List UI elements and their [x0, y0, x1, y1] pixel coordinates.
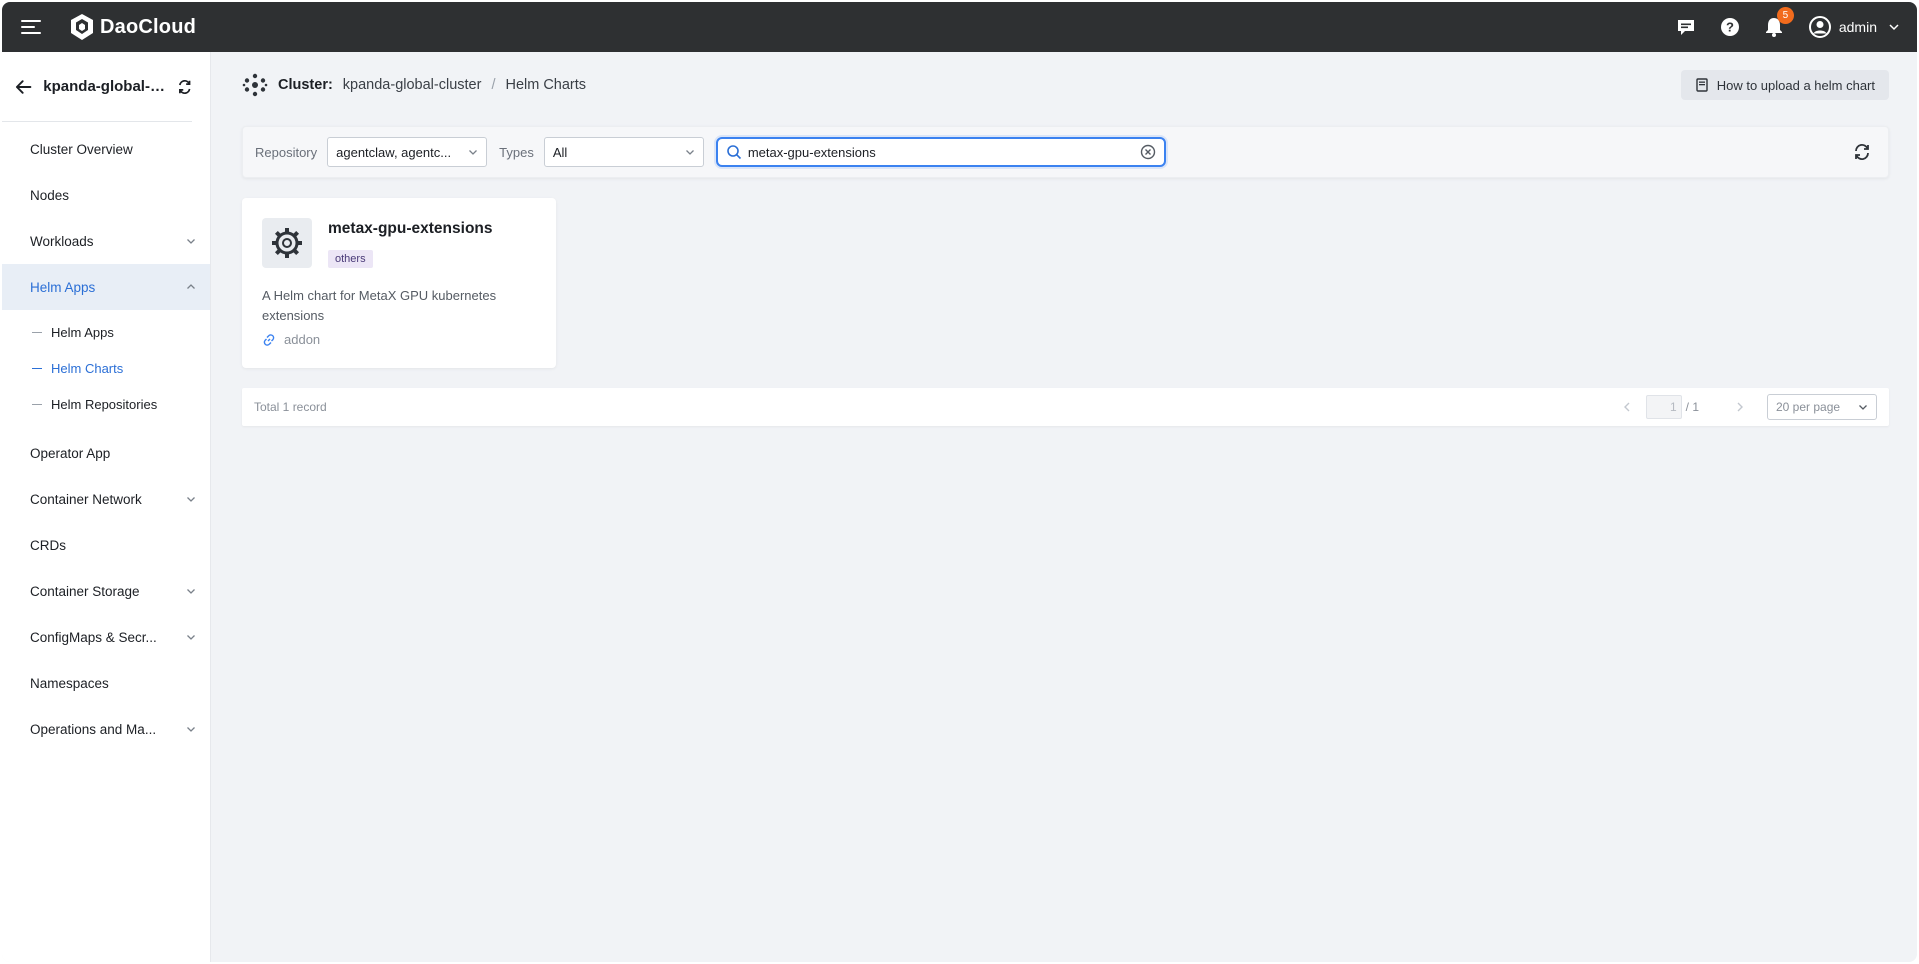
- sidebar-subitem-helm-repositories[interactable]: Helm Repositories: [2, 386, 210, 422]
- breadcrumb: Cluster: kpanda-global-cluster / Helm Ch…: [212, 52, 1917, 118]
- back-arrow-icon[interactable]: [14, 77, 33, 97]
- chevron-down-icon: [187, 239, 195, 244]
- helm-apps-submenu: Helm Apps Helm Charts Helm Repositories: [2, 310, 210, 430]
- page-size-select[interactable]: 20 per page: [1767, 394, 1877, 420]
- user-name: admin: [1838, 19, 1877, 35]
- sidebar-item-label: Container Network: [30, 491, 142, 507]
- sidebar-item-workloads[interactable]: Workloads: [2, 218, 210, 264]
- next-page-icon[interactable]: [1733, 400, 1747, 414]
- chevron-down-icon: [685, 150, 694, 155]
- user-menu[interactable]: admin: [1808, 16, 1899, 38]
- sidebar-item-cluster-overview[interactable]: Cluster Overview: [2, 126, 210, 172]
- chevron-down-icon: [187, 497, 195, 502]
- chart-description: A Helm chart for MetaX GPU kubernetes ex…: [262, 288, 497, 323]
- upload-help-label: How to upload a helm chart: [1716, 77, 1875, 93]
- sidebar-item-operations-maintenance[interactable]: Operations and Ma...: [2, 706, 210, 752]
- breadcrumb-current-page: Helm Charts: [505, 77, 587, 93]
- sidebar-nav: Cluster Overview Nodes Workloads Helm Ap…: [2, 122, 210, 752]
- types-select[interactable]: All: [543, 137, 704, 167]
- breadcrumb-separator: /: [491, 77, 496, 93]
- filter-bar: Repository agentclaw, agentc... Types Al…: [242, 126, 1889, 178]
- sidebar-item-label: Operator App: [30, 445, 111, 461]
- repository-value: agentclaw, agentc...: [336, 144, 452, 160]
- sidebar-item-crds[interactable]: CRDs: [2, 522, 210, 568]
- sidebar-item-operator-app[interactable]: Operator App: [2, 430, 210, 476]
- clear-search-icon[interactable]: [1140, 144, 1156, 160]
- svg-text:?: ?: [1726, 20, 1734, 35]
- chart-title[interactable]: metax-gpu-extensions: [328, 220, 493, 238]
- chart-repository-link[interactable]: addon: [262, 332, 536, 347]
- repository-label: Repository: [255, 144, 318, 160]
- refresh-icon[interactable]: [1852, 142, 1872, 162]
- top-right-actions: ? 5 admin: [1653, 7, 1899, 38]
- brand-name: DaoCloud: [100, 15, 197, 38]
- sidebar-item-label: Operations and Ma...: [30, 721, 157, 737]
- total-records: Total 1 record: [254, 400, 327, 414]
- sidebar-subitem-label: Helm Repositories: [51, 396, 158, 412]
- app-frame: DaoCloud ? 5 admin kpanda-global-cl... C…: [2, 2, 1917, 962]
- menu-toggle-icon[interactable]: [21, 19, 43, 35]
- cluster-name: kpanda-global-cl...: [43, 78, 171, 95]
- daocloud-logo-icon: [71, 14, 93, 40]
- cluster-icon: [242, 73, 268, 97]
- breadcrumb-cluster-link[interactable]: kpanda-global-cluster: [343, 77, 482, 93]
- helm-chart-card[interactable]: metax-gpu-extensions others A Helm chart…: [242, 198, 556, 368]
- chevron-down-icon: [187, 589, 195, 594]
- sidebar-item-container-network[interactable]: Container Network: [2, 476, 210, 522]
- switch-cluster-icon[interactable]: [177, 79, 192, 95]
- breadcrumb-cluster-label: Cluster:: [278, 77, 333, 93]
- sidebar-item-configmaps-secrets[interactable]: ConfigMaps & Secr...: [2, 614, 210, 660]
- sidebar-item-label: CRDs: [30, 537, 66, 553]
- help-icon[interactable]: ?: [1719, 16, 1741, 38]
- search-input[interactable]: [747, 144, 1140, 160]
- book-icon: [1696, 78, 1708, 92]
- sidebar: kpanda-global-cl... Cluster Overview Nod…: [2, 52, 211, 962]
- sidebar-subitem-label: Helm Charts: [51, 360, 124, 376]
- search-icon: [727, 145, 741, 160]
- chevron-down-icon: [1889, 24, 1899, 31]
- sidebar-item-label: Helm Apps: [30, 279, 96, 295]
- chevron-up-icon: [187, 284, 195, 289]
- notification-badge: 5: [1776, 7, 1794, 24]
- sidebar-subitem-label: Helm Apps: [51, 324, 114, 340]
- current-page: 1: [1669, 400, 1677, 414]
- sidebar-item-label: Namespaces: [30, 675, 109, 691]
- types-label: Types: [499, 144, 534, 160]
- sidebar-item-label: Workloads: [30, 233, 94, 249]
- chevron-down-icon: [187, 727, 195, 732]
- pagination-bar: Total 1 record 1 / 1 20 per page: [242, 388, 1889, 426]
- repository-select[interactable]: agentclaw, agentc...: [327, 137, 488, 167]
- upload-help-button[interactable]: How to upload a helm chart: [1680, 70, 1889, 100]
- link-icon: [263, 333, 275, 346]
- page-total: / 1: [1685, 400, 1699, 414]
- sidebar-item-container-storage[interactable]: Container Storage: [2, 568, 210, 614]
- prev-page-icon[interactable]: [1620, 400, 1634, 414]
- page-number-input[interactable]: 1: [1645, 395, 1682, 419]
- top-bar: DaoCloud ? 5 admin: [2, 2, 1917, 52]
- cluster-header: kpanda-global-cl...: [2, 52, 192, 122]
- sidebar-subitem-helm-charts[interactable]: Helm Charts: [2, 350, 210, 386]
- sidebar-item-helm-apps[interactable]: Helm Apps: [2, 264, 210, 310]
- types-value: All: [552, 144, 568, 160]
- sidebar-subitem-helm-apps[interactable]: Helm Apps: [2, 314, 210, 350]
- chevron-down-icon: [469, 150, 478, 155]
- chevron-down-icon: [1859, 405, 1867, 410]
- chart-type-tag: others: [328, 250, 373, 268]
- sidebar-item-label: Cluster Overview: [30, 141, 133, 157]
- search-box: [715, 137, 1166, 167]
- chart-repository-name: addon: [284, 332, 321, 347]
- notification-bell-icon[interactable]: 5: [1763, 7, 1794, 38]
- avatar-icon: [1808, 16, 1831, 38]
- message-icon[interactable]: [1675, 16, 1697, 38]
- sidebar-item-nodes[interactable]: Nodes: [2, 172, 210, 218]
- logo[interactable]: DaoCloud: [69, 13, 196, 41]
- sidebar-item-label: Container Storage: [30, 583, 140, 599]
- chevron-down-icon: [187, 635, 195, 640]
- page-size-value: 20 per page: [1776, 400, 1841, 414]
- sidebar-item-namespaces[interactable]: Namespaces: [2, 660, 210, 706]
- main-content: Cluster: kpanda-global-cluster / Helm Ch…: [212, 52, 1917, 962]
- gear-icon: [262, 218, 312, 268]
- sidebar-item-label: Nodes: [30, 187, 70, 203]
- sidebar-item-label: ConfigMaps & Secr...: [30, 629, 157, 645]
